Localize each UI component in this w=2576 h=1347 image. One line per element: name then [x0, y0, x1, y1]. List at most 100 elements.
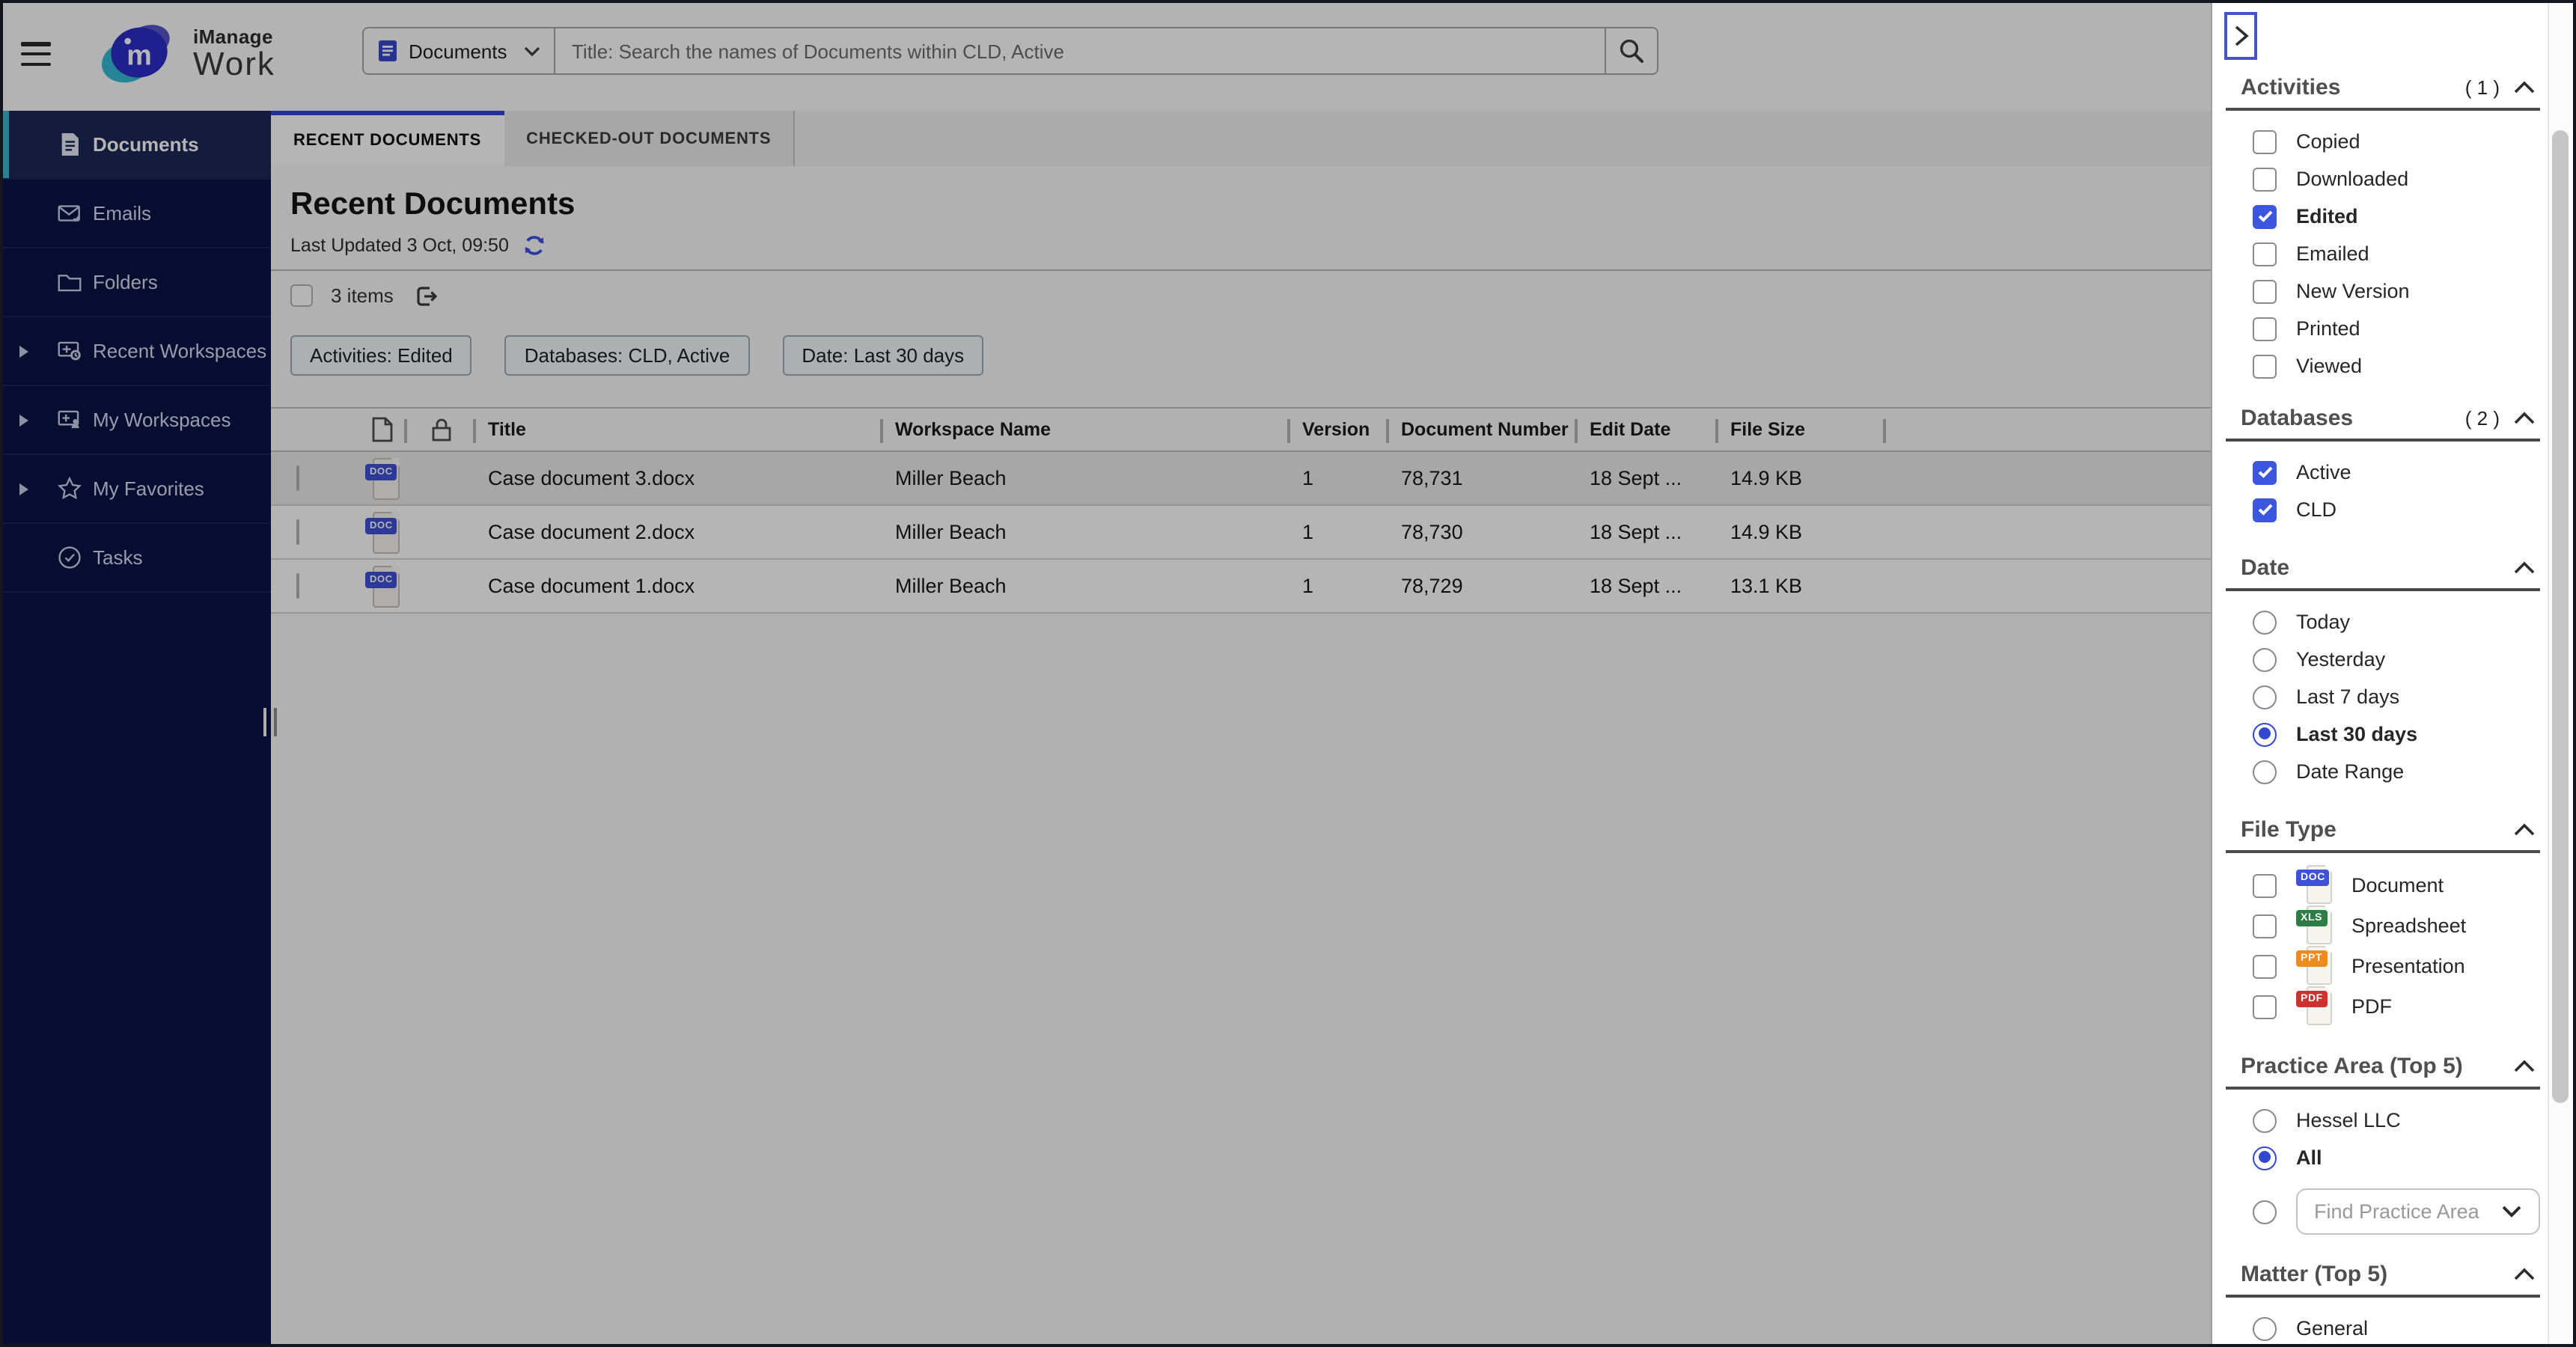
sidebar-item-folders[interactable]: Folders	[3, 248, 271, 317]
chevron-up-icon[interactable]	[2513, 1059, 2536, 1072]
sidebar-resize-handle[interactable]	[274, 708, 277, 736]
filter-option[interactable]: Hessel LLC	[2226, 1102, 2540, 1139]
radio-button[interactable]	[2253, 1108, 2277, 1132]
column-header-workspace-name[interactable]: Workspace Name	[883, 409, 1290, 450]
filter-option[interactable]: Today	[2226, 603, 2540, 641]
checkbox[interactable]	[2253, 873, 2277, 897]
filter-option[interactable]: PDF PDF	[2226, 986, 2540, 1027]
sidebar-item-recent-workspaces[interactable]: Recent Workspaces	[3, 317, 271, 386]
filter-option[interactable]: DOC Document	[2226, 865, 2540, 905]
filter-option[interactable]: Viewed	[2226, 347, 2540, 385]
column-header-file-size[interactable]: File Size	[1718, 409, 1886, 450]
refresh-icon[interactable]	[522, 233, 546, 257]
checkbox[interactable]	[2253, 129, 2277, 153]
radio-button[interactable]	[2253, 760, 2277, 784]
filter-option[interactable]: CLD	[2226, 491, 2540, 528]
row-checkbox[interactable]	[296, 573, 299, 599]
chevron-up-icon[interactable]	[2513, 1267, 2536, 1280]
filter-option[interactable]: Printed	[2226, 310, 2540, 347]
filter-option[interactable]: General	[2226, 1310, 2540, 1344]
filter-option[interactable]: Yesterday	[2226, 641, 2540, 678]
select-all-checkbox[interactable]	[290, 284, 313, 307]
filter-option[interactable]: Active	[2226, 453, 2540, 491]
chevron-up-icon[interactable]	[2513, 411, 2536, 424]
filter-section-file-type: File Type DOC Document XLS Spreadsheet PPT…	[2226, 816, 2540, 1027]
table-row[interactable]: DOC Case document 3.docx Miller Beach 1 …	[271, 452, 2217, 506]
column-header-document-number[interactable]: Document Number	[1389, 409, 1578, 450]
section-header[interactable]: Practice Area (Top 5)	[2226, 1053, 2540, 1090]
filter-chip-date[interactable]: Date: Last 30 days	[782, 335, 984, 376]
filter-option[interactable]: All	[2226, 1139, 2540, 1176]
table-row[interactable]: DOC Case document 1.docx Miller Beach 1 …	[271, 560, 2217, 614]
column-header-title[interactable]: Title	[476, 409, 883, 450]
sidebar-item-label: Folders	[93, 271, 158, 293]
search-input[interactable]	[555, 28, 1605, 73]
checkbox-checked[interactable]	[2253, 460, 2277, 484]
sidebar-resize-handle[interactable]	[263, 708, 266, 736]
section-header[interactable]: Activities ( 1 )	[2226, 75, 2540, 111]
hamburger-menu-icon[interactable]	[21, 42, 51, 66]
column-header-version[interactable]: Version	[1290, 409, 1389, 450]
radio-button[interactable]	[2253, 685, 2277, 709]
sidebar-item-emails[interactable]: Emails	[3, 180, 271, 248]
filter-option[interactable]: Edited	[2226, 198, 2540, 235]
expand-caret-icon[interactable]	[19, 345, 28, 357]
filter-option[interactable]: Downloaded	[2226, 160, 2540, 198]
radio-button[interactable]	[2253, 1200, 2277, 1224]
expand-caret-icon[interactable]	[19, 483, 28, 495]
checkbox[interactable]	[2253, 279, 2277, 303]
checkbox[interactable]	[2253, 242, 2277, 266]
panel-collapse-button[interactable]	[2224, 12, 2257, 60]
checkbox[interactable]	[2253, 167, 2277, 191]
filter-chip-databases[interactable]: Databases: CLD, Active	[504, 335, 750, 376]
section-header[interactable]: Date	[2226, 555, 2540, 591]
radio-button-selected[interactable]	[2253, 1146, 2277, 1170]
word-document-icon: DOC	[365, 511, 400, 553]
search-scope-dropdown[interactable]: Documents	[364, 28, 555, 73]
table-row[interactable]: DOC Case document 2.docx Miller Beach 1 …	[271, 506, 2217, 560]
section-header[interactable]: Matter (Top 5)	[2226, 1261, 2540, 1298]
filter-option[interactable]: XLS Spreadsheet	[2226, 905, 2540, 946]
filter-option[interactable]: PPT Presentation	[2226, 946, 2540, 986]
scrollbar-thumb[interactable]	[2552, 130, 2569, 1103]
filter-section-databases: Databases ( 2 ) Active CLD	[2226, 405, 2540, 528]
search-button[interactable]	[1605, 28, 1657, 73]
panel-scrollbar[interactable]	[2548, 3, 2573, 1344]
filter-chip-activities[interactable]: Activities: Edited	[290, 335, 472, 376]
cell-file-size: 14.9 KB	[1730, 467, 1803, 489]
row-checkbox[interactable]	[296, 465, 299, 491]
section-header[interactable]: File Type	[2226, 816, 2540, 853]
radio-button[interactable]	[2253, 610, 2277, 634]
row-checkbox[interactable]	[296, 519, 299, 545]
tab-recent-documents[interactable]: RECENT DOCUMENTS	[271, 111, 504, 166]
checkbox[interactable]	[2253, 995, 2277, 1018]
filter-option[interactable]: Last 7 days	[2226, 678, 2540, 715]
find-practice-area-dropdown[interactable]: Find Practice Area	[2296, 1188, 2540, 1235]
sidebar-item-documents[interactable]: Documents	[3, 111, 271, 180]
radio-button[interactable]	[2253, 647, 2277, 671]
checkbox-checked[interactable]	[2253, 498, 2277, 522]
sidebar-item-tasks[interactable]: Tasks	[3, 524, 271, 593]
expand-caret-icon[interactable]	[19, 414, 28, 426]
checkbox[interactable]	[2253, 914, 2277, 938]
filter-option[interactable]: New Version	[2226, 272, 2540, 310]
tab-checked-out-documents[interactable]: CHECKED-OUT DOCUMENTS	[504, 111, 796, 166]
filter-option[interactable]: Date Range	[2226, 753, 2540, 790]
filter-option[interactable]: Last 30 days	[2226, 715, 2540, 753]
chevron-up-icon[interactable]	[2513, 822, 2536, 836]
radio-button[interactable]	[2253, 1316, 2277, 1340]
export-icon[interactable]	[412, 281, 442, 311]
radio-button-selected[interactable]	[2253, 722, 2277, 746]
chevron-up-icon[interactable]	[2513, 561, 2536, 574]
chevron-up-icon[interactable]	[2513, 80, 2536, 94]
checkbox[interactable]	[2253, 954, 2277, 978]
checkbox[interactable]	[2253, 354, 2277, 378]
filter-option[interactable]: Emailed	[2226, 235, 2540, 272]
filter-option[interactable]: Copied	[2226, 123, 2540, 160]
checkbox-checked[interactable]	[2253, 204, 2277, 228]
sidebar-item-my-workspaces[interactable]: My Workspaces	[3, 386, 271, 455]
checkbox[interactable]	[2253, 317, 2277, 340]
section-header[interactable]: Databases ( 2 )	[2226, 405, 2540, 442]
column-header-edit-date[interactable]: Edit Date	[1578, 409, 1718, 450]
sidebar-item-my-favorites[interactable]: My Favorites	[3, 455, 271, 524]
